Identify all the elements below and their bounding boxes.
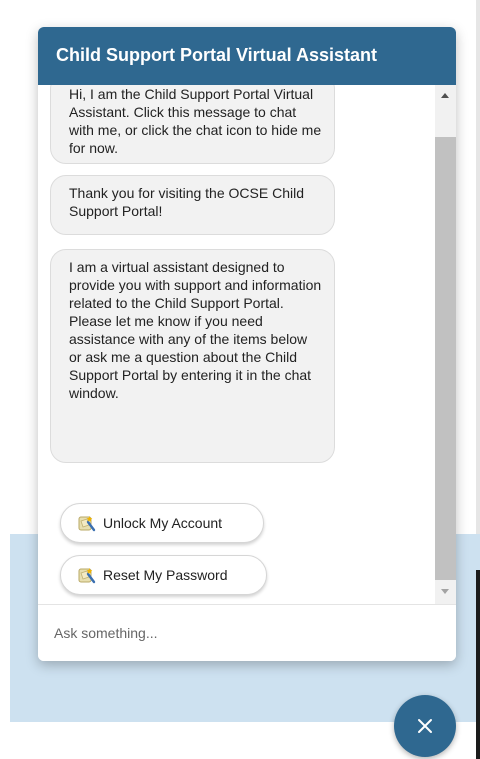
scrollbar-thumb[interactable] (435, 137, 456, 580)
scroll-up-arrow-icon[interactable] (441, 93, 449, 98)
chat-input-area (38, 604, 456, 661)
wizard-icon (78, 516, 96, 532)
reset-my-password-label: Reset My Password (103, 567, 228, 583)
message-text: I am a virtual assistant designed to pro… (69, 259, 322, 401)
wizard-icon (78, 568, 96, 584)
message-bubble: I am a virtual assistant designed to pro… (50, 249, 335, 463)
chat-title: Child Support Portal Virtual Assistant (56, 45, 378, 65)
message-scrollbar[interactable] (435, 85, 456, 631)
message-text: Hi, I am the Child Support Portal Virtua… (69, 86, 322, 156)
chat-input[interactable] (38, 605, 456, 661)
close-icon (418, 719, 432, 733)
message-text: Thank you for visiting the OCSE Child Su… (69, 185, 304, 219)
page-background-dark-edge (476, 570, 480, 759)
unlock-my-account-label: Unlock My Account (103, 515, 223, 531)
unlock-my-account-button[interactable]: Unlock My Account (60, 503, 264, 543)
scroll-down-arrow-icon[interactable] (441, 589, 449, 594)
page-background-edge (476, 0, 480, 534)
close-chat-button[interactable] (394, 695, 456, 757)
reset-my-password-button[interactable]: Reset My Password (60, 555, 267, 595)
message-bubble: Thank you for visiting the OCSE Child Su… (50, 175, 335, 235)
chat-window: Child Support Portal Virtual Assistant H… (38, 27, 456, 661)
chat-header: Child Support Portal Virtual Assistant (38, 27, 456, 85)
message-bubble[interactable]: Hi, I am the Child Support Portal Virtua… (50, 85, 335, 164)
message-list[interactable]: Hi, I am the Child Support Portal Virtua… (38, 85, 456, 631)
